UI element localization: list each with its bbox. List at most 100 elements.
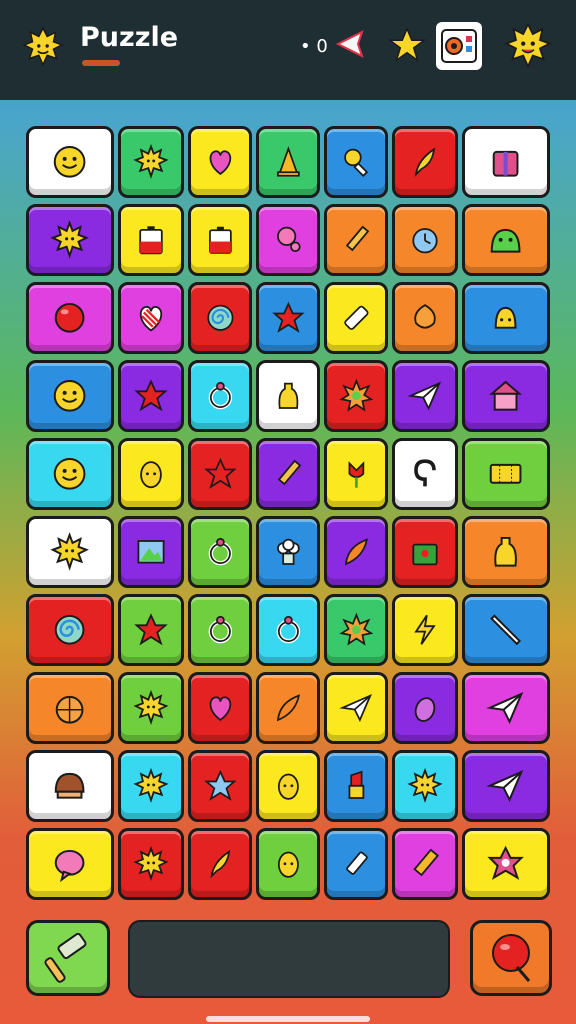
board-tile[interactable] bbox=[324, 828, 388, 900]
board-tile[interactable] bbox=[392, 828, 458, 900]
board-tile[interactable] bbox=[26, 750, 114, 822]
board-tile[interactable] bbox=[462, 360, 550, 432]
board-tile[interactable] bbox=[188, 672, 252, 744]
pencil-icon bbox=[277, 459, 301, 486]
board-tile[interactable] bbox=[462, 672, 550, 744]
board-tile[interactable] bbox=[118, 126, 184, 198]
board-tile[interactable] bbox=[256, 126, 320, 198]
board-tile[interactable] bbox=[256, 594, 320, 666]
burst-icon bbox=[338, 378, 374, 412]
sun-face-icon[interactable] bbox=[504, 22, 552, 70]
board-tile[interactable] bbox=[118, 204, 184, 276]
star-icon[interactable] bbox=[388, 26, 426, 64]
board-tile[interactable] bbox=[26, 282, 114, 354]
board-tile[interactable] bbox=[324, 672, 388, 744]
board-tile[interactable] bbox=[462, 516, 550, 588]
shop-button[interactable] bbox=[436, 22, 482, 70]
board-tile[interactable] bbox=[392, 126, 458, 198]
board-tile[interactable] bbox=[392, 360, 458, 432]
board-tile[interactable] bbox=[462, 204, 550, 276]
board-tile[interactable] bbox=[324, 516, 388, 588]
board-tile[interactable] bbox=[118, 672, 184, 744]
board-tile[interactable] bbox=[26, 360, 114, 432]
board-tile[interactable] bbox=[188, 282, 252, 354]
home-indicator bbox=[206, 1016, 370, 1022]
chestnut-icon bbox=[55, 773, 85, 799]
board-tile[interactable] bbox=[118, 750, 184, 822]
board-tile[interactable] bbox=[26, 828, 114, 900]
heart-icon bbox=[209, 150, 231, 176]
board-tile[interactable] bbox=[188, 750, 252, 822]
board-tile[interactable] bbox=[256, 516, 320, 588]
board-tile[interactable] bbox=[392, 594, 458, 666]
sun-face-icon bbox=[133, 846, 169, 882]
board-tile[interactable] bbox=[256, 438, 320, 510]
board-tile[interactable] bbox=[324, 360, 388, 432]
board-tile[interactable] bbox=[188, 516, 252, 588]
sun-face-icon bbox=[133, 768, 169, 804]
onion-icon bbox=[414, 304, 436, 329]
board-tile[interactable] bbox=[118, 828, 184, 900]
board-tile[interactable] bbox=[188, 360, 252, 432]
board-tile[interactable] bbox=[26, 438, 114, 510]
board-tile[interactable] bbox=[256, 204, 320, 276]
board-tile[interactable] bbox=[462, 828, 550, 900]
board-tile[interactable] bbox=[188, 204, 252, 276]
board-tile[interactable] bbox=[462, 438, 550, 510]
board-tile[interactable] bbox=[324, 126, 388, 198]
board-tile[interactable] bbox=[256, 750, 320, 822]
board-tile[interactable] bbox=[256, 672, 320, 744]
board-tile[interactable] bbox=[392, 750, 458, 822]
board-tile[interactable] bbox=[118, 594, 184, 666]
board-tile[interactable] bbox=[324, 282, 388, 354]
board-tile[interactable] bbox=[118, 516, 184, 588]
board-tile[interactable] bbox=[118, 360, 184, 432]
feather-icon bbox=[344, 538, 368, 566]
lipstick-icon bbox=[348, 770, 364, 800]
board-tile[interactable] bbox=[324, 750, 388, 822]
board-tile[interactable] bbox=[462, 282, 550, 354]
board-tile[interactable] bbox=[392, 282, 458, 354]
balloon-button[interactable] bbox=[470, 920, 552, 996]
board-tile[interactable] bbox=[26, 516, 114, 588]
board-tile[interactable] bbox=[462, 126, 550, 198]
board-tile[interactable] bbox=[26, 594, 114, 666]
board-tile[interactable] bbox=[118, 438, 184, 510]
battery-icon bbox=[139, 226, 163, 255]
board-tile[interactable] bbox=[392, 438, 458, 510]
board-tile[interactable] bbox=[26, 204, 114, 276]
board-tile[interactable] bbox=[256, 360, 320, 432]
board-tile[interactable] bbox=[324, 438, 388, 510]
board-tile[interactable] bbox=[188, 828, 252, 900]
hammer-icon bbox=[44, 932, 87, 983]
board-tile[interactable] bbox=[324, 594, 388, 666]
board-tile[interactable] bbox=[324, 204, 388, 276]
ring-icon bbox=[208, 382, 232, 410]
horn-icon[interactable] bbox=[334, 26, 366, 62]
battery-icon bbox=[208, 226, 232, 254]
leaf-icon bbox=[210, 850, 230, 879]
sun-icon bbox=[22, 26, 64, 67]
board-tile[interactable] bbox=[26, 126, 114, 198]
ticket-icon bbox=[490, 464, 522, 484]
board-tile[interactable] bbox=[462, 750, 550, 822]
board-tile[interactable] bbox=[462, 594, 550, 666]
board-tile[interactable] bbox=[392, 204, 458, 276]
board-tile[interactable] bbox=[188, 438, 252, 510]
crayon-icon bbox=[413, 848, 439, 877]
bell-icon bbox=[495, 307, 517, 329]
board-tile[interactable] bbox=[188, 594, 252, 666]
sun-face-icon bbox=[50, 220, 90, 259]
board-tile[interactable] bbox=[256, 282, 320, 354]
sun-icon bbox=[407, 768, 443, 804]
flashlight-icon bbox=[345, 851, 368, 875]
board-tile[interactable] bbox=[118, 282, 184, 354]
board-tile[interactable] bbox=[392, 672, 458, 744]
title-underline bbox=[82, 60, 120, 66]
board-tile[interactable] bbox=[256, 828, 320, 900]
board-tile[interactable] bbox=[392, 516, 458, 588]
chest-icon bbox=[441, 29, 477, 63]
board-tile[interactable] bbox=[26, 672, 114, 744]
board-tile[interactable] bbox=[188, 126, 252, 198]
hammer-button[interactable] bbox=[26, 920, 110, 996]
